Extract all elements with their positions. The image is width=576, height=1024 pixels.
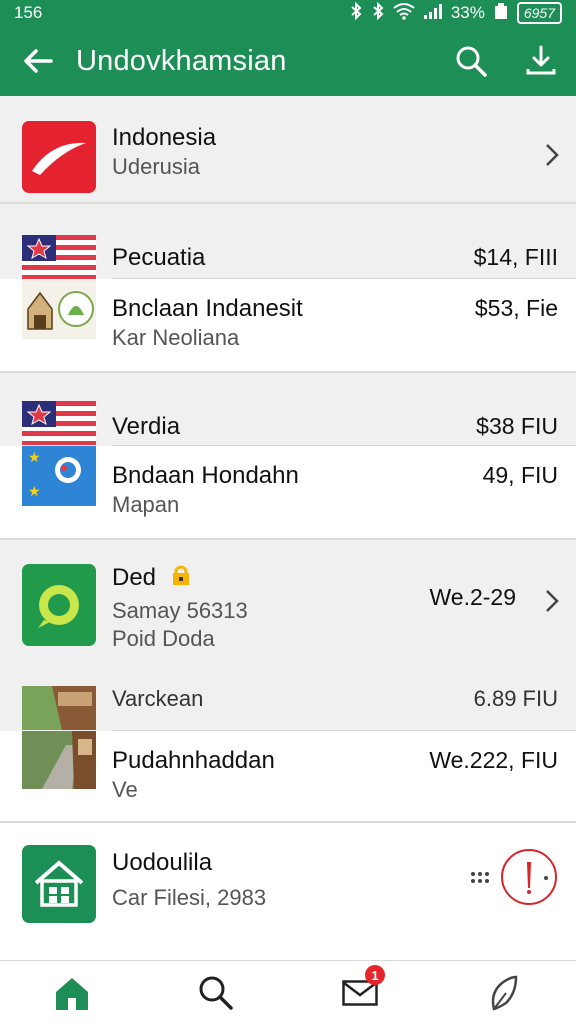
item-title: Bnclaan Indanesit: [112, 295, 303, 322]
app-bar: Undovkhamsian: [0, 26, 576, 96]
item-subtitle: Kar Neoliana: [112, 325, 240, 350]
list-item[interactable]: ★ ★ Bndaan Hondahn Mapan 49, FIU: [0, 446, 576, 538]
home-icon: [56, 977, 88, 1010]
item-subtitle: Ve: [112, 777, 138, 802]
item-title: Varckean: [112, 686, 204, 711]
item-amount: We.2-29: [429, 584, 516, 610]
search-icon: [456, 46, 487, 77]
item-amount: $38 FIU: [476, 413, 558, 439]
wifi-icon: [393, 2, 415, 25]
list-item[interactable]: Indonesia Uderusia: [0, 96, 576, 202]
nav-messages[interactable]: 1: [288, 961, 432, 1024]
temple-thumbnail: [22, 279, 96, 339]
airline-logo: [22, 121, 96, 193]
item-amount: 6.89 FIU: [473, 686, 558, 711]
bluetooth-icon-2: [371, 1, 385, 25]
download-icon: [526, 45, 556, 75]
location-pin-icon[interactable]: [500, 848, 558, 906]
house-icon: [34, 860, 84, 907]
back-button[interactable]: [0, 26, 76, 96]
item-subtitle: Uderusia: [112, 154, 201, 179]
home-logo: [22, 845, 96, 923]
more-dots-icon[interactable]: [470, 871, 490, 885]
chevron-right-icon: [546, 590, 559, 612]
item-amount: We.222, FIU: [429, 747, 558, 773]
signal-icon: [423, 2, 443, 25]
item-amount: $53, Fie: [474, 295, 558, 321]
list-item[interactable]: Varckean 6.89 FIU: [0, 686, 576, 730]
item-subtitle: Mapan: [112, 492, 180, 517]
item-title: Indonesia: [112, 124, 217, 151]
list-item[interactable]: Uodoulila Car Filesi, 2983: [0, 823, 576, 960]
eu-thumbnail: ★ ★: [22, 446, 96, 506]
street-thumbnail: [22, 686, 96, 730]
search-icon: [199, 976, 233, 1010]
bottom-nav: 1: [0, 960, 576, 1024]
svg-text:★: ★: [28, 483, 41, 499]
item-title: Bndaan Hondahn: [112, 462, 299, 489]
status-bar: 156 33% 6957: [0, 0, 576, 26]
item-title: Ded: [112, 564, 191, 592]
download-button[interactable]: [506, 26, 576, 96]
list-item[interactable]: Bnclaan Indanesit Kar Neoliana $53, Fie: [0, 279, 576, 371]
item-title: Uodoulila: [112, 849, 213, 876]
item-subtitle: Car Filesi, 2983: [112, 885, 267, 910]
battery-badge: 6957: [516, 2, 562, 24]
flag-thumbnail: [22, 235, 96, 279]
search-button[interactable]: [436, 26, 506, 96]
item-subtitle: Samay 56313: [112, 598, 248, 623]
app-logo: [22, 564, 96, 646]
street-thumbnail-lower: [22, 731, 96, 789]
leaf-icon: [491, 975, 518, 1011]
svg-text:★: ★: [28, 449, 41, 465]
status-time: 156: [14, 3, 43, 22]
page-title: Undovkhamsian: [76, 44, 287, 77]
lock-icon: [172, 565, 189, 585]
transaction-list: Indonesia Uderusia Pecuatia $14, FIII Bn…: [0, 96, 576, 960]
item-title: Pecuatia: [112, 244, 206, 271]
item-title: Pudahnhaddan: [112, 747, 275, 774]
item-amount: 49, FIU: [482, 462, 558, 488]
nav-home[interactable]: [0, 961, 144, 1024]
notification-badge: 1: [365, 965, 385, 985]
list-item[interactable]: Ded Samay 56313 Poid Doda We.2-29: [0, 540, 576, 686]
battery-icon: [493, 2, 509, 25]
list-item[interactable]: Pudahnhaddan Ve We.222, FIU: [0, 731, 576, 821]
flag-thumbnail: [22, 401, 96, 445]
item-amount: $14, FIII: [473, 244, 558, 270]
chevron-right-icon: [546, 144, 559, 166]
list-item[interactable]: Verdia $38 FIU: [0, 373, 576, 445]
back-arrow-icon: [24, 49, 53, 73]
battery-percent: 33%: [450, 3, 485, 22]
item-subtitle-2: Poid Doda: [112, 626, 215, 651]
nav-profile[interactable]: [432, 961, 576, 1024]
nav-search[interactable]: [144, 961, 288, 1024]
list-item[interactable]: Pecuatia $14, FIII: [0, 204, 576, 279]
bluetooth-icon: [349, 1, 363, 25]
item-title: Verdia: [112, 413, 181, 440]
